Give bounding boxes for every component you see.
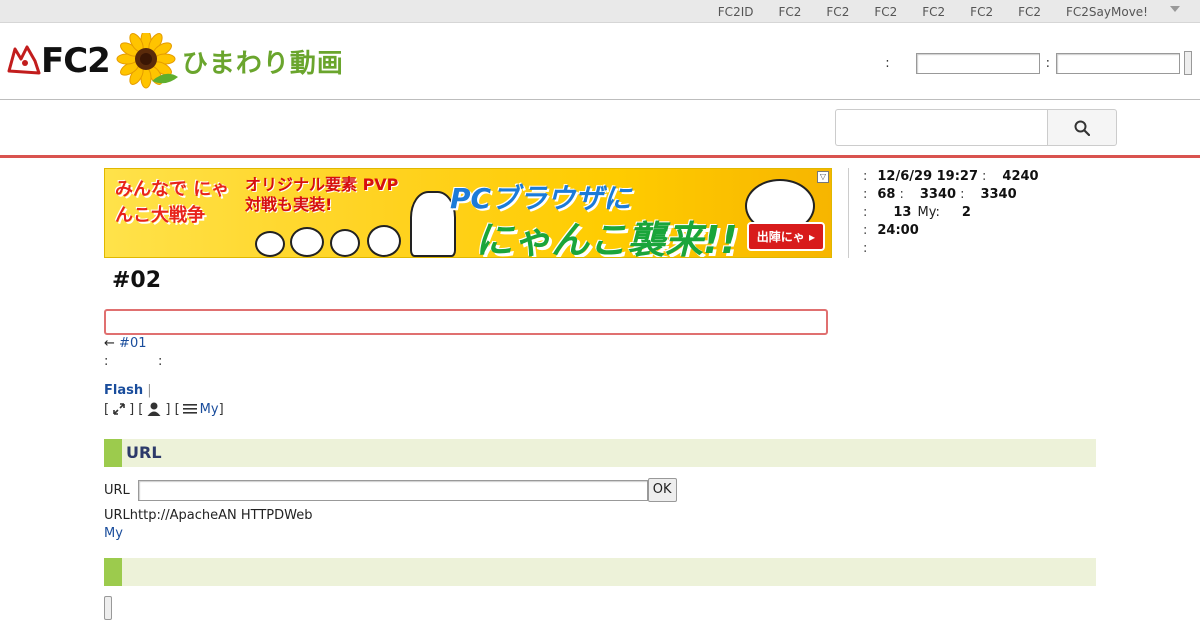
my-list-button[interactable]: [182, 403, 197, 415]
info-colon: :: [982, 169, 987, 184]
video-meta: : :: [104, 354, 163, 369]
expand-icon: [113, 403, 125, 415]
login-button[interactable]: [1184, 51, 1192, 75]
logo-subtitle: ひまわり動画: [181, 48, 344, 79]
prev-episode: ← #01: [104, 336, 146, 351]
login-form: : :: [879, 51, 1192, 75]
logo-text: FC2: [41, 41, 111, 81]
separator: |: [147, 383, 152, 398]
ad-choices-icon[interactable]: ▽: [817, 171, 829, 183]
ok-button[interactable]: OK: [647, 478, 677, 502]
info-colon: :: [863, 187, 868, 202]
section-accent: [104, 558, 122, 586]
list-icon: [182, 404, 197, 414]
search-button[interactable]: [1047, 109, 1117, 146]
ad-cta-button[interactable]: 出陣にゃ ▸: [746, 222, 825, 251]
flash-row: Flash |: [104, 383, 152, 398]
fullscreen-button[interactable]: [112, 402, 126, 416]
sunflower-icon: [116, 33, 178, 89]
info-colon: :: [863, 223, 868, 238]
ad-line-2: オリジナル要素 PVP対戦も実装!: [245, 175, 399, 214]
search-form: [835, 109, 1117, 146]
info-colon: :: [863, 169, 868, 184]
ad-banner[interactable]: みんなで にゃんこ大戦争 オリジナル要素 PVP対戦も実装! PCブラウザに に…: [104, 168, 832, 258]
nav-item-fc2-6[interactable]: FC2: [1018, 5, 1041, 19]
my-list-link[interactable]: My: [200, 402, 219, 417]
info-value: 3340: [919, 187, 957, 202]
info-row: : 13 My: 2: [863, 204, 1148, 222]
arrow-left-icon: ←: [104, 336, 115, 351]
user-button[interactable]: [146, 401, 162, 417]
nav-item-fc2id[interactable]: FC2ID: [718, 5, 754, 19]
url-row: URL OK: [104, 478, 677, 502]
nav-item-fc2-2[interactable]: FC2: [826, 5, 849, 19]
ad-line-1: みんなで にゃんこ大戦争: [115, 179, 230, 226]
info-value: 4240: [1002, 169, 1039, 184]
chevron-down-icon[interactable]: [1170, 6, 1180, 12]
search-input[interactable]: [835, 109, 1047, 146]
nav-item-fc2-1[interactable]: FC2: [778, 5, 801, 19]
my-link[interactable]: My: [104, 526, 123, 541]
nav-item-fc2-5[interactable]: FC2: [970, 5, 993, 19]
prev-episode-link[interactable]: #01: [119, 336, 146, 351]
info-colon: :: [863, 205, 868, 220]
login-id-input[interactable]: [915, 52, 1040, 74]
info-value: 3340: [980, 187, 1017, 202]
bottom-button[interactable]: [104, 596, 112, 620]
info-value: 13: [893, 205, 912, 220]
cat-illustration: [367, 225, 401, 257]
nav-item-fc2-3[interactable]: FC2: [874, 5, 897, 19]
search-icon: [1074, 120, 1090, 136]
info-colon: :: [863, 241, 868, 256]
nav-item-saymove[interactable]: FC2SayMove!: [1066, 5, 1148, 19]
site-header: FC2 ひまわり動画::: [0, 23, 1200, 100]
flash-link[interactable]: Flash: [104, 383, 143, 398]
info-my-label: My:: [917, 205, 940, 220]
section-accent: [104, 439, 122, 467]
info-colon: :: [960, 187, 965, 202]
cat-illustration: [290, 227, 324, 257]
info-row: : 12/6/29 19:27 : 4240: [863, 168, 1148, 186]
url-note: URLhttp://ApacheAN HTTPDWeb: [104, 508, 313, 523]
video-player-area[interactable]: [104, 309, 828, 335]
cat-illustration: [330, 229, 360, 257]
search-bar-row: [0, 100, 1200, 158]
info-duration: 24:00: [877, 223, 919, 238]
url-field-label: URL: [104, 482, 130, 498]
top-nav: FC2ID FC2 FC2 FC2 FC2 FC2 FC2 FC2SayMove…: [693, 0, 1178, 23]
info-colon: :: [899, 187, 904, 202]
section-header: [104, 558, 1096, 586]
login-label-2: :: [1045, 55, 1050, 71]
top-nav-bar: FC2ID FC2 FC2 FC2 FC2 FC2 FC2 FC2SayMove…: [0, 0, 1200, 23]
video-actions: [ ] [ ] [ My]: [104, 401, 224, 417]
nav-item-fc2-4[interactable]: FC2: [922, 5, 945, 19]
info-row: : 68 : 3340 : 3340: [863, 186, 1148, 204]
cat-illustration: [255, 231, 285, 257]
site-logo[interactable]: FC2 ひまわり動画: [5, 33, 344, 89]
video-info-panel: : 12/6/29 19:27 : 4240 : 68 : 3340 : 334…: [848, 168, 1148, 258]
url-input[interactable]: [137, 479, 648, 501]
info-value: 2: [961, 205, 971, 220]
ad-line-4: にゃんこ襲来!!: [475, 218, 738, 258]
fc2-mascot-icon: [7, 45, 41, 75]
url-section-header: URL: [104, 439, 1096, 467]
info-upload-date: 12/6/29 19:27: [877, 169, 979, 184]
info-value: 68: [877, 187, 896, 202]
info-row: : 24:00: [863, 222, 1148, 240]
page-title: #02: [112, 268, 162, 293]
info-row: :: [863, 240, 1148, 258]
url-section-title: URL: [126, 443, 162, 462]
login-label-1: :: [885, 55, 890, 71]
login-password-input[interactable]: [1056, 52, 1180, 74]
user-icon: [147, 402, 161, 416]
